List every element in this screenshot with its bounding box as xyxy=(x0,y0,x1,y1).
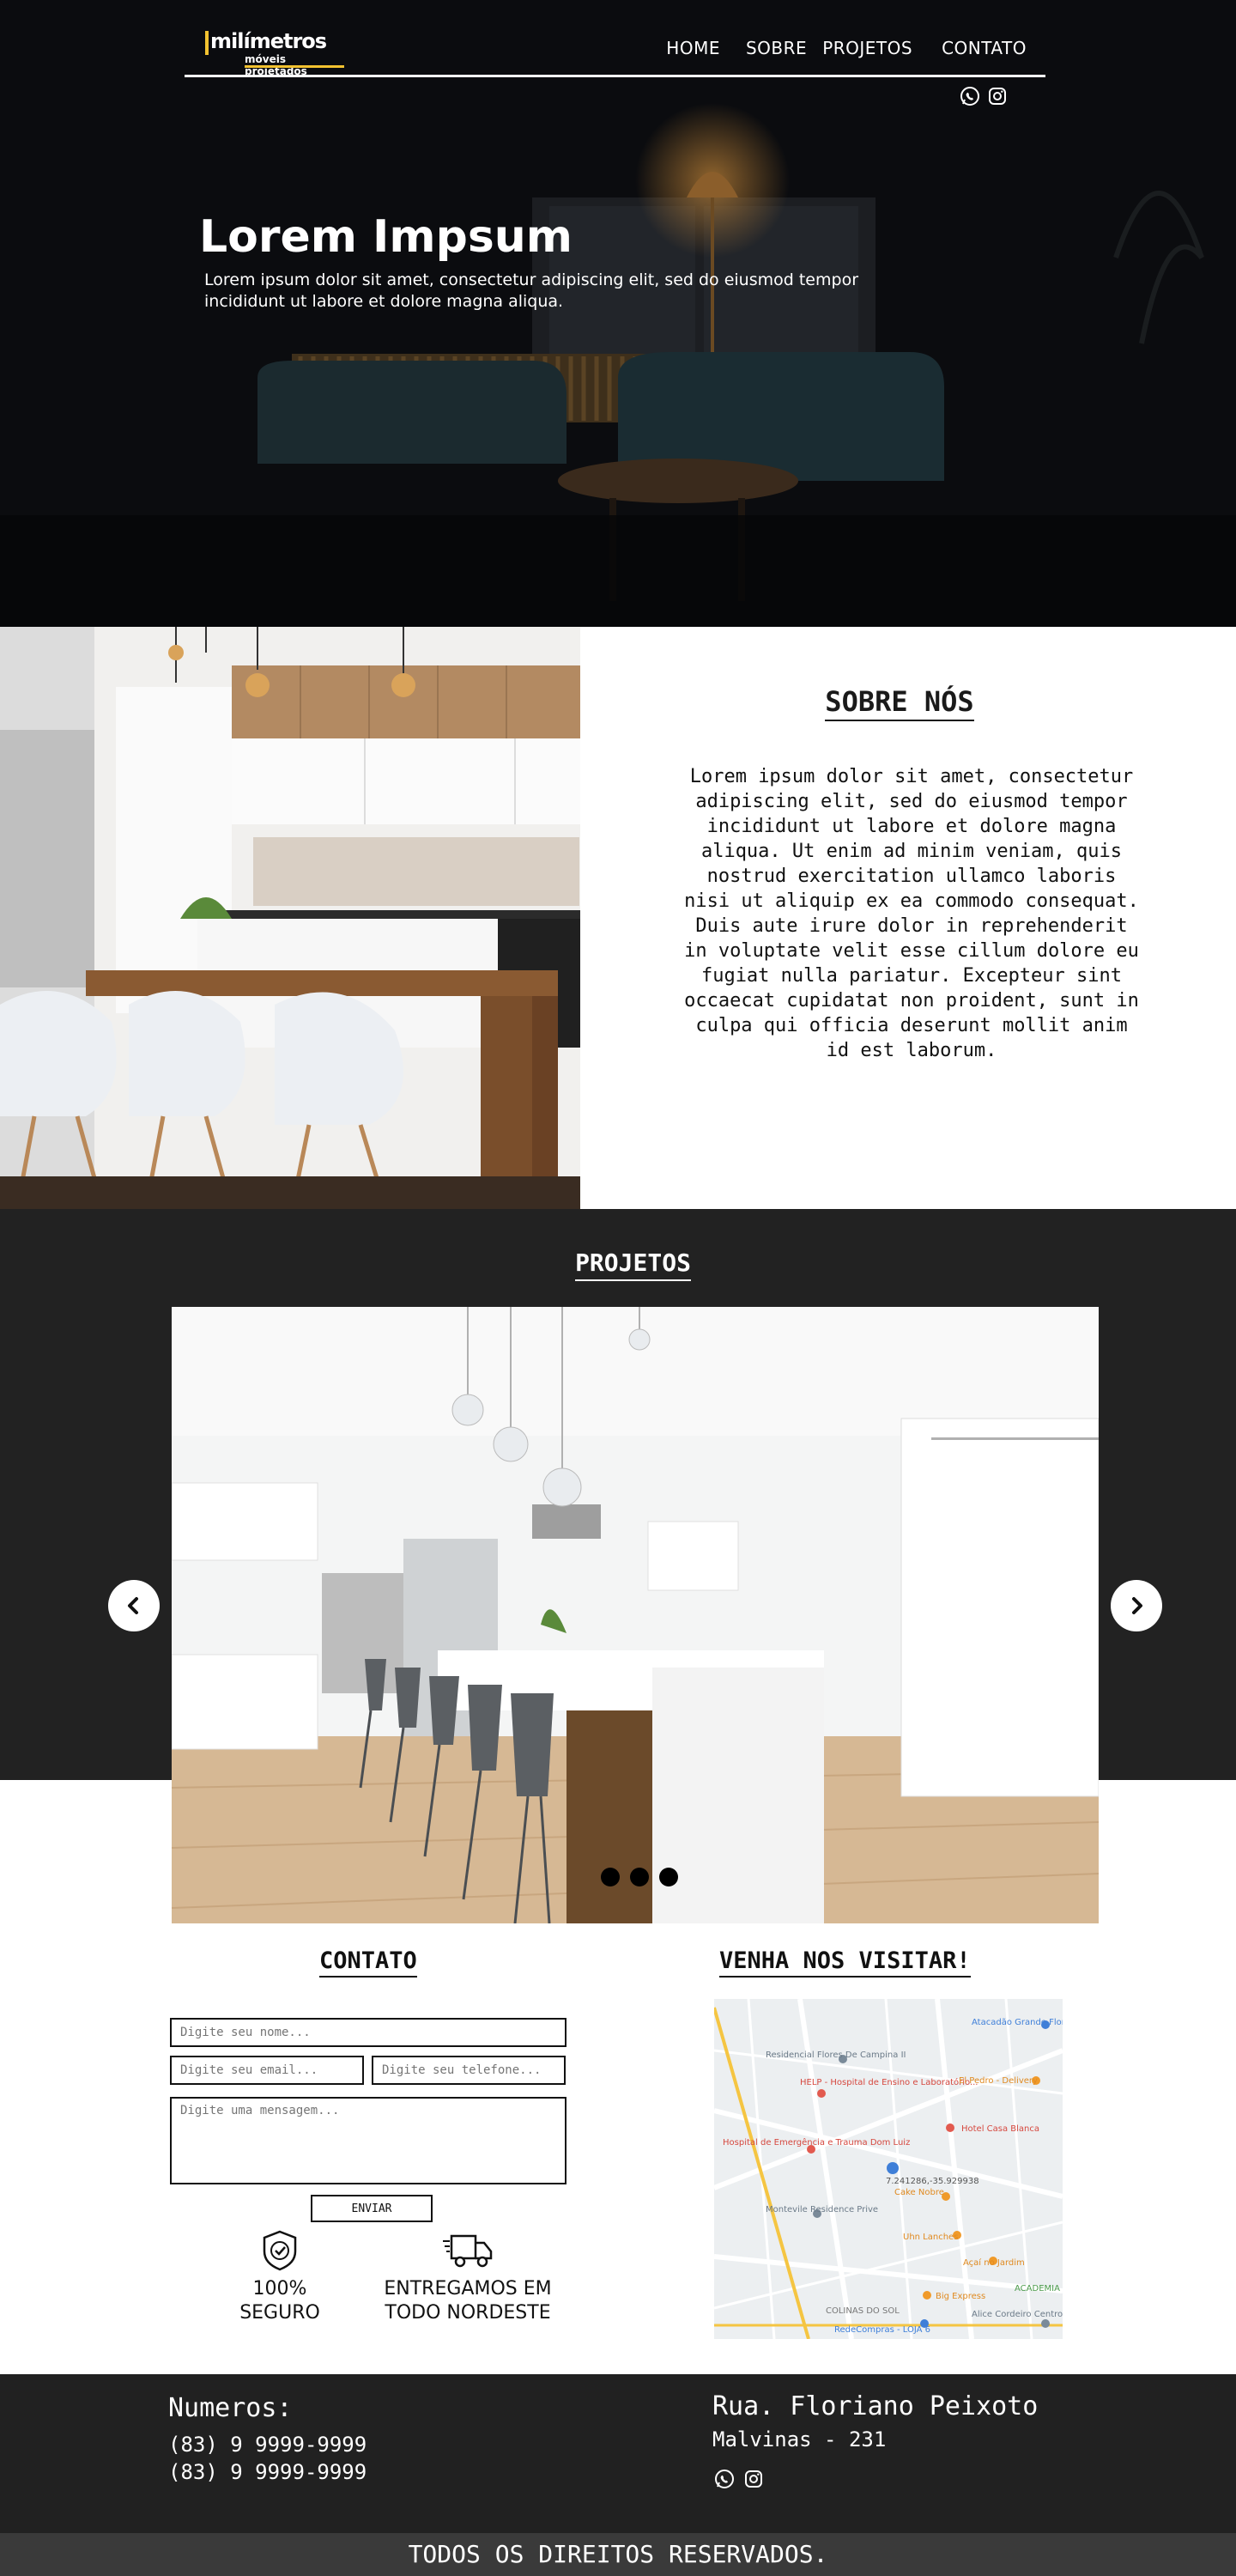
projects-title: PROJETOS xyxy=(0,1249,1236,1281)
map-label-big-express: Big Express xyxy=(936,2292,985,2301)
contact-title: CONTATO xyxy=(319,1947,417,1978)
header-bar: milímetros móveis projetados HOME SOBRE … xyxy=(185,24,1045,77)
chevron-right-icon xyxy=(1132,1597,1142,1614)
feature-delivery: ENTREGAMOS EM TODO NORDESTE xyxy=(378,2229,558,2325)
carousel-prev-button[interactable] xyxy=(108,1580,160,1631)
phone-input[interactable] xyxy=(372,2056,566,2085)
visit-title: VENHA NOS VISITAR! xyxy=(719,1947,971,1978)
nav-item-contato[interactable]: CONTATO xyxy=(942,38,1027,58)
instagram-icon[interactable] xyxy=(987,86,1008,106)
whatsapp-icon[interactable] xyxy=(714,2469,735,2489)
feature-delivery-line1: ENTREGAMOS EM xyxy=(384,2278,552,2300)
contact-title-text: CONTATO xyxy=(319,1947,417,1978)
about-body: Lorem ipsum dolor sit amet, consectetur … xyxy=(684,766,1139,1061)
footer-phone-2[interactable]: (83) 9 9999-9999 xyxy=(168,2460,367,2484)
hero-social-links xyxy=(960,86,1008,106)
carousel-indicators xyxy=(601,1868,678,1886)
map-label-colinas: COLINAS DO SOL xyxy=(826,2306,900,2316)
about-kitchen-image xyxy=(0,627,580,1209)
delivery-truck-icon xyxy=(443,2234,493,2268)
map-label-help-hospital: HELP - Hospital de Ensino e Laboratório.… xyxy=(800,2077,978,2087)
map-label-atacadao: Atacadão Grande Flor... xyxy=(972,2018,1063,2027)
map-label-cake-nobre: Cake Nobre xyxy=(894,2188,944,2197)
main-nav: HOME SOBRE PROJETOS CONTATO xyxy=(637,38,1027,58)
map-label-el-pedro: El Pedro - Delivery xyxy=(959,2076,1038,2086)
footer-district: Malvinas - 231 xyxy=(712,2427,887,2451)
brand-logo[interactable]: milímetros móveis projetados xyxy=(200,29,346,77)
hero-section: milímetros móveis projetados HOME SOBRE … xyxy=(0,0,1236,627)
send-button[interactable]: ENVIAR xyxy=(311,2195,433,2222)
logo-underline xyxy=(245,65,344,68)
map-label-academia: ACADEMIA xyxy=(1015,2284,1060,2293)
map-label-acai: Açaí no Jardim xyxy=(963,2257,1025,2268)
footer-phone-1[interactable]: (83) 9 9999-9999 xyxy=(168,2433,367,2457)
location-map[interactable]: Residencial Flores De Campina II HELP - … xyxy=(714,1999,1063,2339)
about-title: SOBRE NÓS xyxy=(580,685,1219,721)
footer-social-links xyxy=(714,2469,764,2489)
message-input[interactable] xyxy=(170,2097,566,2184)
projects-title-text: PROJETOS xyxy=(575,1249,691,1281)
carousel-dot-3[interactable] xyxy=(659,1868,678,1886)
about-section: SOBRE NÓS Lorem ipsum dolor sit amet, co… xyxy=(580,627,1236,1209)
carousel-dot-1[interactable] xyxy=(601,1868,620,1886)
brand-name: milímetros xyxy=(210,29,327,53)
shield-check-icon xyxy=(263,2230,297,2271)
chevron-left-icon xyxy=(128,1597,138,1614)
hero-background-image xyxy=(0,0,1236,627)
carousel-dot-2[interactable] xyxy=(630,1868,649,1886)
map-label-alice-cordeiro: Alice Cordeiro Centro de Ensino xyxy=(972,2310,1063,2319)
copyright-bar: TODOS OS DIREITOS RESERVADOS. xyxy=(0,2533,1236,2576)
map-label-coordinates: 7.241286,-35.929938 xyxy=(886,2177,979,2186)
hero-title: Lorem Impsum xyxy=(199,211,573,263)
feature-secure: 100% SEGURO xyxy=(232,2229,328,2325)
nav-item-home[interactable]: HOME xyxy=(666,38,720,58)
logo-accent-bar xyxy=(205,31,209,55)
map-label-residencial: Residencial Flores De Campina II xyxy=(766,2050,906,2060)
about-title-text: SOBRE NÓS xyxy=(825,685,974,721)
nav-item-projetos[interactable]: PROJETOS xyxy=(822,38,912,58)
visit-title-text: VENHA NOS VISITAR! xyxy=(719,1947,971,1978)
nav-item-sobre[interactable]: SOBRE xyxy=(746,38,807,58)
whatsapp-icon[interactable] xyxy=(960,86,980,106)
map-label-redecompras: RedeCompras - LOJA 6 xyxy=(834,2325,930,2335)
footer-street: Rua. Floriano Peixoto xyxy=(712,2391,1039,2421)
map-label-uhn-lanches: Uhn Lanches xyxy=(903,2233,958,2242)
map-label-hotel: Hotel Casa Blanca xyxy=(961,2124,1039,2134)
hero-description: Lorem ipsum dolor sit amet, consectetur … xyxy=(204,270,859,311)
feature-secure-line1: 100% xyxy=(252,2278,307,2300)
carousel-next-button[interactable] xyxy=(1111,1580,1162,1631)
map-label-hospital-trauma: Hospital de Emergência e Trauma Dom Luiz xyxy=(723,2137,910,2148)
footer: Numeros: (83) 9 9999-9999 (83) 9 9999-99… xyxy=(0,2374,1236,2533)
footer-numbers-title: Numeros: xyxy=(168,2393,293,2423)
email-input[interactable] xyxy=(170,2056,364,2085)
feature-delivery-line2: TODO NORDESTE xyxy=(385,2302,551,2324)
projects-carousel[interactable] xyxy=(172,1307,1099,1923)
feature-secure-line2: SEGURO xyxy=(239,2302,320,2324)
instagram-icon[interactable] xyxy=(743,2469,764,2489)
map-label-montevile: Montevile Residence Prive xyxy=(766,2205,878,2215)
name-input[interactable] xyxy=(170,2018,566,2047)
